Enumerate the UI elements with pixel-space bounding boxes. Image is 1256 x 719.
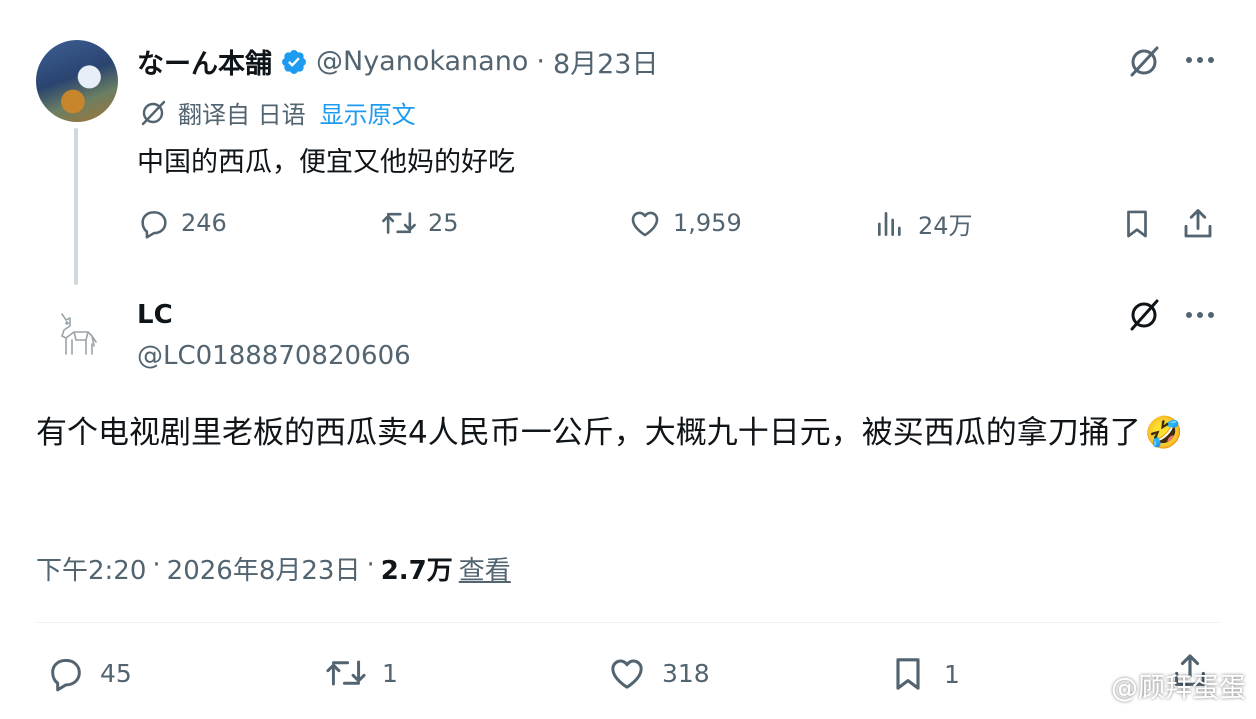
author-avatar[interactable] <box>36 40 118 122</box>
grok-icon[interactable] <box>1126 44 1162 80</box>
like-count: 1,959 <box>673 209 742 237</box>
view-count: 24万 <box>918 212 973 240</box>
reply-date[interactable]: 2026年8月23日 <box>167 550 361 587</box>
watermark-text: @顾拜蛋蛋 <box>1111 673 1246 704</box>
rofl-emoji: 🤣 <box>1144 415 1184 451</box>
bookmark-icon <box>888 653 928 695</box>
divider <box>36 622 1220 623</box>
reply-like-count: 318 <box>662 658 710 688</box>
like-action[interactable]: 1,959 <box>627 206 742 240</box>
reply-text-body: 有个电视剧里老板的西瓜卖4人民币一公斤，大概九十日元，被买西瓜的拿刀捅了 <box>36 415 1141 451</box>
tweet-text: 中国的西瓜，便宜又他妈的好吃 <box>137 147 515 178</box>
retweet-count: 25 <box>428 209 459 237</box>
reply-reply-count: 45 <box>100 658 132 688</box>
reply-bookmark-count: 1 <box>944 659 960 689</box>
reply-icon <box>137 206 171 240</box>
show-original-link[interactable]: 显示原文 <box>320 95 416 130</box>
reply-retweet-action[interactable]: 1 <box>324 653 398 693</box>
horse-avatar-icon[interactable] <box>48 306 104 362</box>
separator: · <box>536 46 545 77</box>
weibo-icon <box>1071 672 1105 700</box>
reply-time[interactable]: 下午2:20 <box>36 550 146 587</box>
reply-author-handle[interactable]: @LC0188870820606 <box>137 341 411 371</box>
reply-text: 有个电视剧里老板的西瓜卖4人民币一公斤，大概九十日元，被买西瓜的拿刀捅了 🤣 <box>36 410 1216 456</box>
author-handle[interactable]: @Nyanokanano <box>316 46 528 77</box>
grok-icon[interactable] <box>1126 296 1162 334</box>
more-icon[interactable] <box>1184 52 1216 68</box>
tweet-date[interactable]: 8月23日 <box>553 42 659 81</box>
like-icon <box>606 653 648 693</box>
reply-bookmark-action[interactable]: 1 <box>888 653 960 695</box>
watermark: @顾拜蛋蛋 <box>1071 666 1246 705</box>
separator: · <box>366 550 375 580</box>
reply-views-link[interactable]: 查看 <box>459 550 511 587</box>
separator: · <box>152 550 161 580</box>
reply-author-name[interactable]: LC <box>137 300 173 330</box>
reply-action[interactable]: 246 <box>137 206 227 240</box>
views-icon <box>874 208 906 240</box>
more-icon[interactable] <box>1184 307 1216 323</box>
thread-line <box>74 128 78 285</box>
translation-label: 翻译自 日语 <box>178 101 306 129</box>
share-icon[interactable] <box>1180 206 1216 242</box>
reply-reply-action[interactable]: 45 <box>46 653 132 693</box>
reply-like-action[interactable]: 318 <box>606 653 710 693</box>
retweet-icon <box>380 206 418 240</box>
like-icon <box>627 206 663 240</box>
bookmark-icon[interactable] <box>1120 206 1154 242</box>
retweet-icon <box>324 653 368 693</box>
translation-bar: 翻译自 日语 显示原文 <box>138 95 416 130</box>
reply-icon <box>46 653 86 693</box>
retweet-action[interactable]: 25 <box>380 206 459 240</box>
translate-icon <box>138 98 168 128</box>
tweet-header: なーん本舗 @Nyanokanano · 8月23日 <box>137 42 659 81</box>
verified-badge-icon <box>280 48 308 76</box>
reply-retweet-count: 1 <box>382 658 398 688</box>
author-name[interactable]: なーん本舗 <box>137 42 272 81</box>
views-action[interactable]: 24万 <box>874 206 973 241</box>
reply-metadata: 下午2:20 · 2026年8月23日 · 2.7万 查看 <box>36 550 511 587</box>
reply-views-count: 2.7万 <box>380 556 453 586</box>
reply-count: 246 <box>181 209 227 237</box>
